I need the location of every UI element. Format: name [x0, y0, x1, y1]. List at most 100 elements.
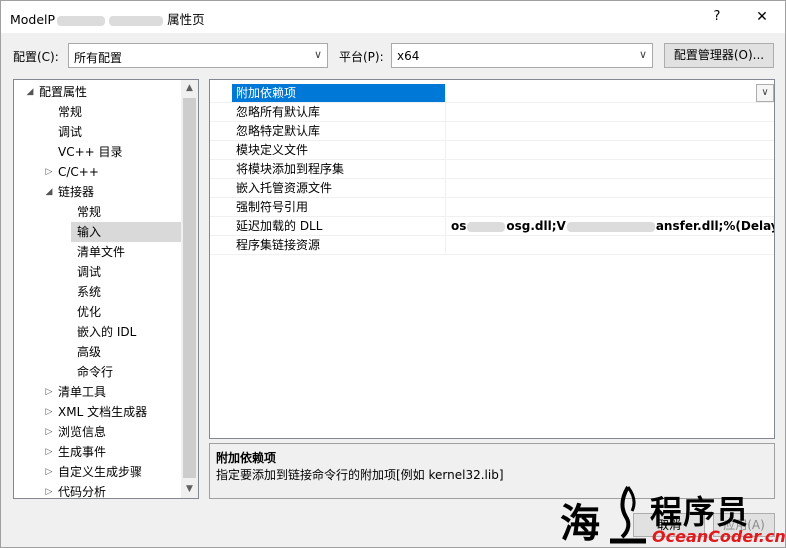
tree-item-debugging[interactable]: 调试 — [58, 122, 82, 142]
property-value[interactable] — [447, 179, 774, 197]
collapsed-arrow-icon[interactable]: ▷ — [43, 162, 55, 182]
property-row-additional-dependencies[interactable]: 附加依赖项 — [210, 84, 774, 103]
property-name: 忽略所有默认库 — [232, 103, 446, 121]
tree-item-general[interactable]: 常规 — [58, 102, 82, 122]
tree-item-label: 优化 — [77, 305, 102, 319]
property-name: 嵌入托管资源文件 — [232, 179, 446, 197]
tree-item-label: 清单文件 — [77, 245, 126, 259]
property-value[interactable] — [447, 103, 774, 121]
tree-item-linker-debugging[interactable]: 调试 — [77, 262, 101, 282]
tree-item-c-cpp[interactable]: ▷ C/C++ — [46, 162, 99, 182]
property-row-add-module-to-assembly[interactable]: 将模块添加到程序集 — [210, 160, 774, 179]
property-value[interactable] — [447, 122, 774, 140]
watermark-hai-text: 海 — [560, 500, 600, 547]
expanded-arrow-icon[interactable]: ◢ — [24, 82, 36, 102]
tree-item-label: 输入 — [77, 225, 102, 239]
tree-item-label: 调试 — [77, 265, 102, 279]
tree-item-manifest-file[interactable]: 清单文件 — [77, 242, 125, 262]
tree-item-optimization[interactable]: 优化 — [77, 302, 101, 322]
tree-item-browse-info[interactable]: ▷ 浏览信息 — [46, 422, 106, 442]
property-row-delay-loaded-dlls[interactable]: 延迟加载的 DLL os osg.dll;V ansfer.dll;%(DelayL… — [210, 217, 774, 236]
configuration-manager-button[interactable]: 配置管理器(O)... — [664, 43, 774, 68]
redacted-text — [566, 221, 655, 232]
property-value[interactable] — [447, 84, 774, 102]
tree-item-label: 常规 — [77, 205, 102, 219]
tree-item-label: 生成事件 — [58, 445, 107, 459]
watermark-oceancoder-text: OceanCoder.cn — [652, 527, 786, 546]
tree-item-embedded-idl[interactable]: 嵌入的 IDL — [77, 322, 136, 342]
platform-select[interactable]: x64 ∨ — [391, 43, 653, 68]
property-name: 忽略特定默认库 — [232, 122, 446, 140]
chevron-down-icon[interactable]: ∨ — [756, 84, 774, 102]
expanded-arrow-icon[interactable]: ◢ — [43, 182, 55, 202]
tree-item-xml-doc-generator[interactable]: ▷ XML 文档生成器 — [46, 402, 148, 422]
configuration-value: 所有配置 — [74, 51, 123, 65]
collapsed-arrow-icon[interactable]: ▷ — [43, 462, 55, 482]
description-text: 指定要添加到链接命令行的附加项[例如 kernel32.lib] — [216, 468, 504, 482]
property-row-embed-managed-resource[interactable]: 嵌入托管资源文件 — [210, 179, 774, 198]
tree-item-label: 调试 — [58, 125, 83, 139]
platform-label: 平台(P): — [339, 50, 384, 64]
property-value[interactable] — [447, 160, 774, 178]
watermark-figure-icon — [610, 485, 646, 544]
tree-item-manifest-tool[interactable]: ▷ 清单工具 — [46, 382, 107, 402]
redacted-text — [467, 221, 506, 232]
property-row-ignore-all-default-libs[interactable]: 忽略所有默认库 — [210, 103, 774, 122]
scroll-up-arrow-icon[interactable]: ▲ — [181, 80, 198, 97]
configuration-select[interactable]: 所有配置 ∨ — [68, 43, 328, 68]
tree-item-custom-build-step[interactable]: ▷ 自定义生成步骤 — [46, 462, 142, 482]
property-value[interactable] — [447, 198, 774, 216]
property-row-module-definition-file[interactable]: 模块定义文件 — [210, 141, 774, 160]
redacted-text — [109, 15, 164, 26]
tree-item-label: XML 文档生成器 — [58, 405, 148, 419]
property-value-start: os — [451, 219, 467, 233]
collapsed-arrow-icon[interactable]: ▷ — [43, 482, 55, 498]
property-name: 强制符号引用 — [232, 198, 446, 216]
tree-item-label: 清单工具 — [58, 385, 107, 399]
description-title: 附加依赖项 — [216, 451, 277, 465]
window-title-prefix: ModelP — [10, 12, 56, 27]
configuration-label: 配置(C): — [13, 50, 59, 64]
property-pages-dialog: ModelP 属性页 ? ✕ 配置(C): 所有配置 ∨ 平台(P): x64 ∨… — [0, 0, 786, 548]
tree-item-label: 配置属性 — [39, 85, 88, 99]
collapsed-arrow-icon[interactable]: ▷ — [43, 402, 55, 422]
tree-item-label: 系统 — [77, 285, 102, 299]
window-title: ModelP 属性页 — [10, 9, 205, 28]
property-value[interactable]: os osg.dll;V ansfer.dll;%(DelayLo — [447, 217, 774, 235]
collapsed-arrow-icon[interactable]: ▷ — [43, 382, 55, 402]
tree-item-linker-input[interactable]: 输入 — [71, 222, 181, 242]
property-value-mid: osg.dll;V — [506, 219, 566, 233]
redacted-text — [57, 15, 106, 26]
title-bar: ModelP 属性页 ? ✕ — [1, 1, 785, 33]
property-value[interactable] — [447, 236, 774, 254]
scrollbar-thumb[interactable] — [183, 98, 196, 478]
property-row-assembly-link-resource[interactable]: 程序集链接资源 — [210, 236, 774, 255]
property-name: 程序集链接资源 — [232, 236, 446, 254]
property-row-force-symbol-references[interactable]: 强制符号引用 — [210, 198, 774, 217]
tree-item-advanced[interactable]: 高级 — [77, 342, 101, 362]
tree-item-linker[interactable]: ◢ 链接器 — [46, 182, 95, 202]
tree-item-label: 链接器 — [58, 185, 95, 199]
tree-item-linker-general[interactable]: 常规 — [77, 202, 101, 222]
window-title-suffix: 属性页 — [167, 12, 205, 27]
help-button[interactable]: ? — [705, 5, 729, 29]
collapsed-arrow-icon[interactable]: ▷ — [43, 422, 55, 442]
property-row-ignore-specific-default-libs[interactable]: 忽略特定默认库 — [210, 122, 774, 141]
tree-item-code-analysis[interactable]: ▷ 代码分析 — [46, 482, 106, 498]
property-name: 附加依赖项 — [232, 84, 446, 102]
tree-item-config-properties[interactable]: ◢ 配置属性 — [27, 82, 88, 102]
watermark-logo: 海 程序员 OceanCoder.cn — [556, 479, 786, 548]
tree-item-system[interactable]: 系统 — [77, 282, 101, 302]
tree-item-vc-directories[interactable]: VC++ 目录 — [58, 142, 123, 162]
tree-item-command-line[interactable]: 命令行 — [77, 362, 113, 382]
property-name: 模块定义文件 — [232, 141, 446, 159]
scroll-down-arrow-icon[interactable]: ▼ — [181, 481, 198, 498]
property-value[interactable] — [447, 141, 774, 159]
tree-scrollbar[interactable]: ▲ ▼ — [181, 80, 198, 498]
tree-item-build-events[interactable]: ▷ 生成事件 — [46, 442, 107, 462]
collapsed-arrow-icon[interactable]: ▷ — [43, 442, 55, 462]
close-button[interactable]: ✕ — [747, 5, 777, 29]
tree-item-label: VC++ 目录 — [58, 145, 123, 159]
chevron-down-icon: ∨ — [638, 48, 647, 61]
platform-value: x64 — [397, 49, 420, 63]
